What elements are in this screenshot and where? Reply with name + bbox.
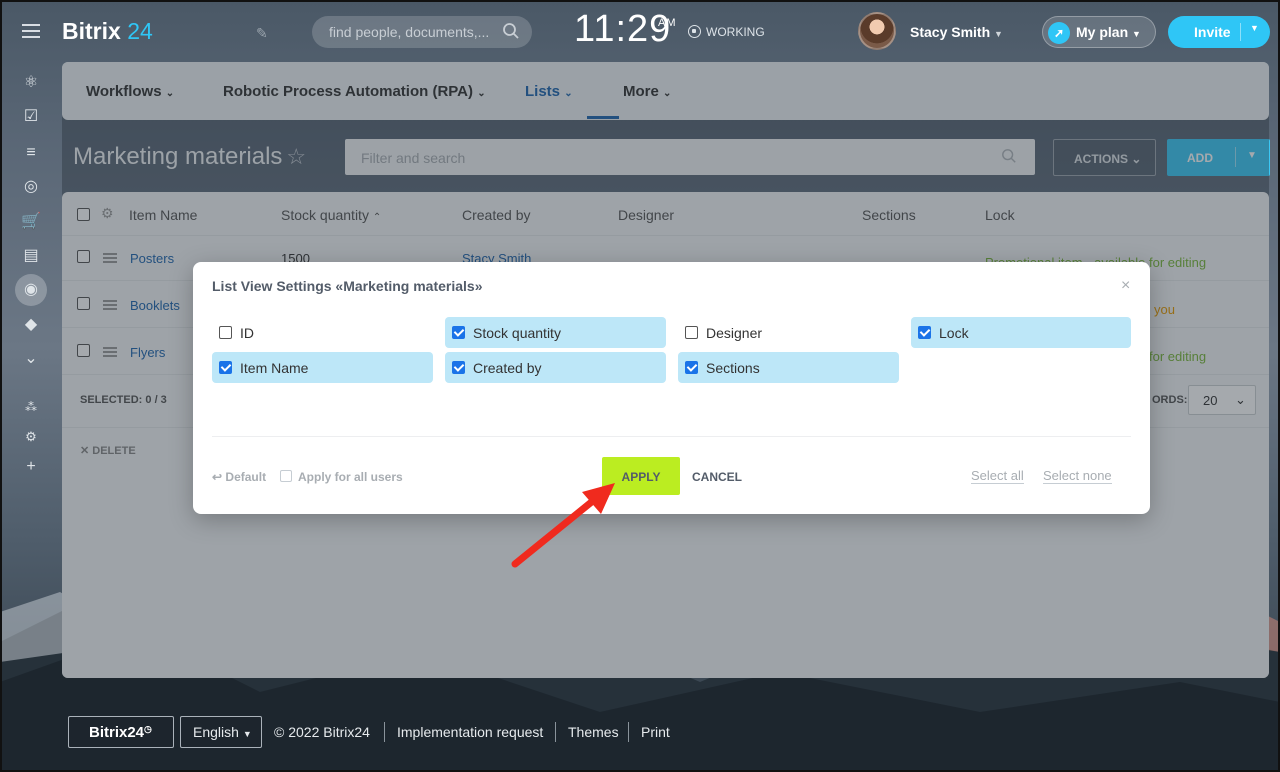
expand-icon[interactable]: ⌄ [21,349,41,369]
box-icon[interactable]: ◆ [21,315,41,335]
app-logo[interactable]: Bitrix 24 [62,18,153,45]
column-option-lock[interactable]: Lock [911,317,1131,348]
language-select[interactable]: English ▼ [180,716,262,748]
cart-icon[interactable]: 🛒 [21,212,41,232]
apply-button[interactable]: APPLY [602,457,680,495]
checkbox[interactable] [685,361,698,374]
robot-icon[interactable]: ◉ [15,274,47,306]
checkbox[interactable] [452,361,465,374]
rocket-icon: ➚ [1048,22,1070,44]
network-icon[interactable]: ⁂ [21,397,41,417]
gear-icon[interactable]: ⚙ [21,427,41,447]
cancel-button[interactable]: CANCEL [692,470,742,484]
target-icon[interactable]: ◎ [21,177,41,197]
dialog-divider [212,436,1131,437]
checkbox[interactable] [918,326,931,339]
global-search-input[interactable]: find people, documents,... [312,16,532,48]
close-icon[interactable]: × [1121,277,1130,295]
clock[interactable]: 11:29 AM [574,8,676,51]
user-menu[interactable]: Stacy Smith ▼ [910,24,1003,40]
top-bar: Bitrix 24 ✎ find people, documents,... 1… [0,0,1280,62]
dialog-title: List View Settings «Marketing materials» [212,278,483,294]
column-option-item-name[interactable]: Item Name [212,352,433,383]
footer-link-print[interactable]: Print [641,724,670,740]
menu-icon[interactable] [22,24,40,38]
checkbox[interactable] [219,326,232,339]
tasks-icon[interactable]: ☑ [21,107,41,127]
search-placeholder: find people, documents,... [329,24,490,40]
work-status[interactable]: WORKING [688,25,765,39]
footer-link-implementation[interactable]: Implementation request [397,724,543,740]
select-none-link[interactable]: Select none [1043,468,1112,484]
checkbox[interactable] [452,326,465,339]
search-icon [503,23,519,39]
footer-link-themes[interactable]: Themes [568,724,619,740]
column-option-stock-quantity[interactable]: Stock quantity [445,317,666,348]
filter-icon[interactable]: ≡ [21,143,41,163]
avatar[interactable] [858,12,896,50]
chevron-down-icon: ▼ [994,29,1003,39]
column-option-created-by[interactable]: Created by [445,352,666,383]
footer-logo[interactable]: Bitrix24◷ [68,716,174,748]
undo-icon: ↩ [212,470,223,484]
column-option-sections[interactable]: Sections [678,352,899,383]
column-option-id[interactable]: ID [212,317,433,348]
plus-icon[interactable]: + [21,457,41,477]
chevron-down-icon: ▼ [1250,23,1259,33]
apply-all-users-label[interactable]: Apply for all users [298,470,403,484]
my-plan-button[interactable]: ➚ My plan ▼ [1042,16,1156,48]
checkbox[interactable] [685,326,698,339]
select-all-link[interactable]: Select all [971,468,1024,484]
contact-card-icon[interactable]: ▤ [21,246,41,266]
list-view-settings-dialog: List View Settings «Marketing materials»… [193,262,1150,514]
chevron-down-icon: ▼ [1132,29,1141,39]
activity-icon[interactable]: ⚛ [21,73,41,93]
footer-copyright: © 2022 Bitrix24 [274,724,370,740]
apply-all-users-checkbox[interactable] [280,470,292,482]
pencil-icon[interactable]: ✎ [256,25,268,42]
status-icon [688,25,701,38]
default-button[interactable]: ↩ Default [212,470,266,484]
invite-button[interactable]: Invite ▼ [1168,16,1270,48]
checkbox[interactable] [219,361,232,374]
column-option-designer[interactable]: Designer [678,317,899,348]
